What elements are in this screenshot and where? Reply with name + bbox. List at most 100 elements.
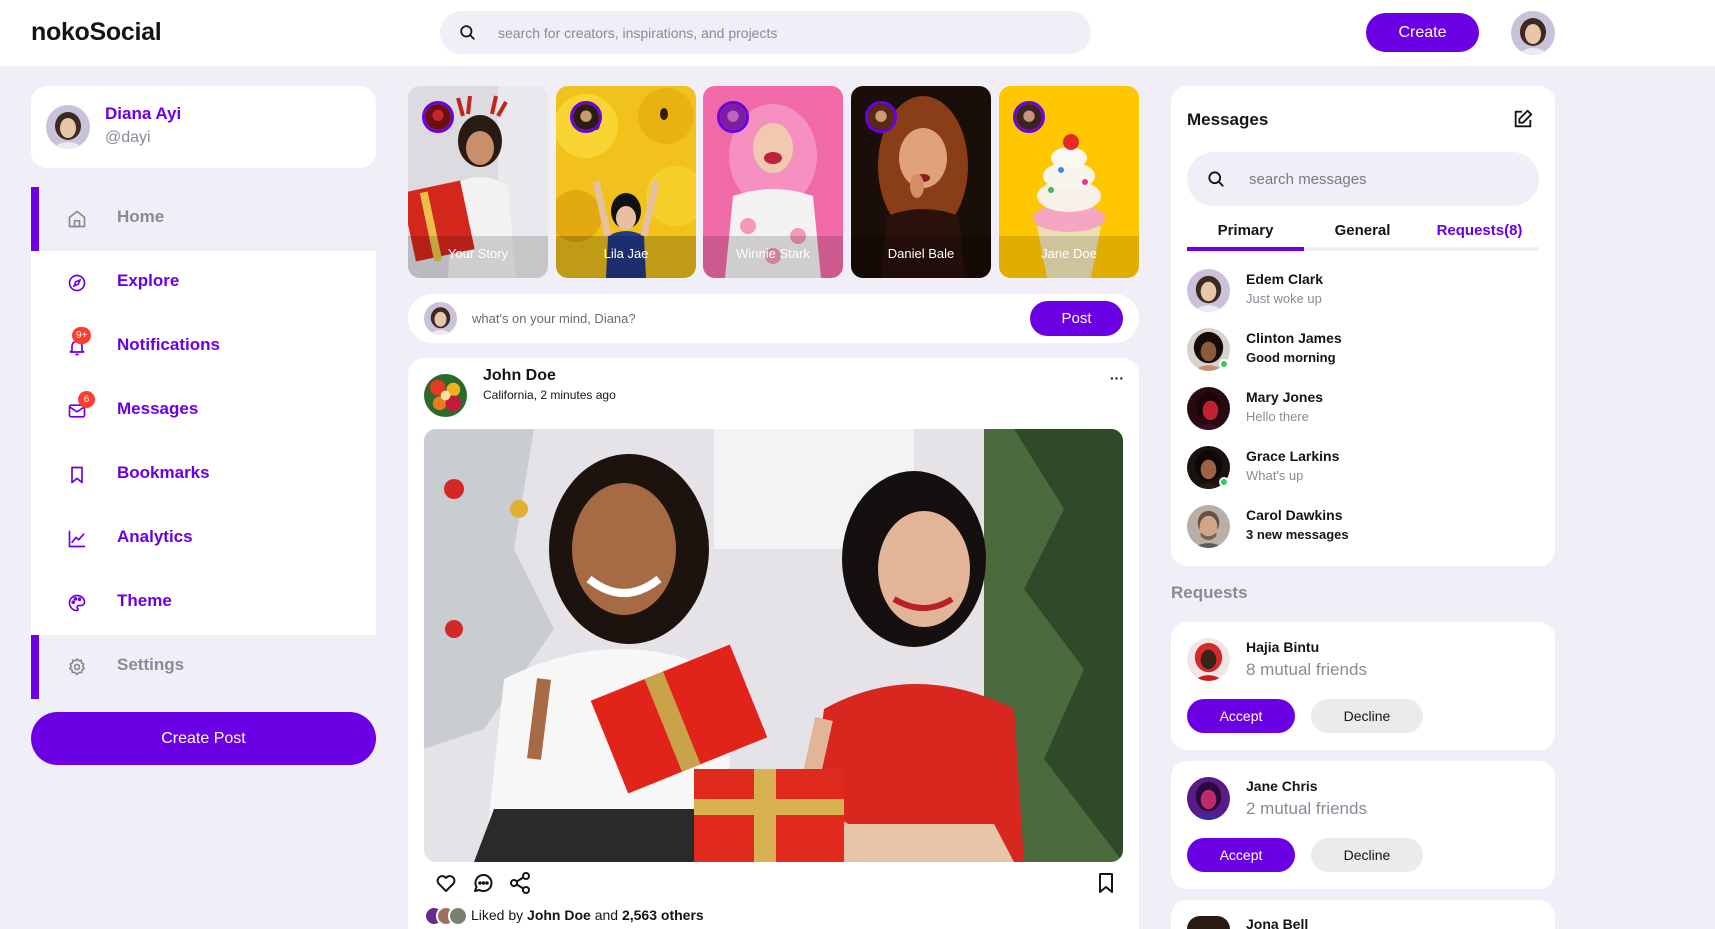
more-options-button[interactable]: ··· xyxy=(1104,368,1130,388)
global-search[interactable] xyxy=(440,11,1091,54)
tab-primary[interactable]: Primary xyxy=(1187,220,1304,251)
edit-icon[interactable] xyxy=(1512,108,1534,130)
message-sender: Carol Dawkins xyxy=(1246,507,1343,523)
tab-requests[interactable]: Requests(8) xyxy=(1421,220,1538,251)
post-button[interactable]: Post xyxy=(1030,301,1123,336)
messages-title: Messages xyxy=(1187,110,1269,129)
story-name: Winnie Stark xyxy=(736,246,810,261)
story-card[interactable]: Lila Jae xyxy=(556,86,696,278)
story-card[interactable]: Daniel Bale xyxy=(851,86,991,278)
post-meta: California, 2 minutes ago xyxy=(483,388,616,402)
requests-heading: Requests xyxy=(1171,583,1248,602)
message-item[interactable]: Edem Clark Just woke up xyxy=(1187,269,1539,313)
accept-button[interactable]: Accept xyxy=(1187,838,1295,872)
bookmark-icon[interactable] xyxy=(1094,871,1118,895)
story-card[interactable]: Jane Doe xyxy=(999,86,1139,278)
heart-icon[interactable] xyxy=(434,871,458,895)
message-preview: Just woke up xyxy=(1246,291,1322,306)
sidebar-item-home[interactable]: Home xyxy=(31,187,376,251)
likes-summary[interactable]: Liked by John Doe and 2,563 others xyxy=(471,907,704,923)
sidebar-item-label: Settings xyxy=(117,655,185,674)
post-composer: Post xyxy=(408,294,1139,343)
sidebar-item-label: Home xyxy=(117,207,165,226)
palette-icon xyxy=(68,594,86,612)
request-avatar[interactable] xyxy=(1187,777,1230,820)
tab-general[interactable]: General xyxy=(1304,220,1421,251)
request-name[interactable]: Jane Chris xyxy=(1246,778,1318,794)
message-avatar xyxy=(1187,328,1230,371)
profile-handle: @dayi xyxy=(105,129,151,146)
global-search-input[interactable] xyxy=(498,11,1058,54)
story-avatar xyxy=(1013,101,1045,133)
likes-others: 2,563 others xyxy=(621,907,704,923)
story-card[interactable]: Winnie Stark xyxy=(703,86,843,278)
story-name: Lila Jae xyxy=(603,246,649,261)
message-item[interactable]: Mary Jones Hello there xyxy=(1187,387,1539,431)
sidebar-item-label: Messages xyxy=(117,399,199,418)
profile-name: Diana Ayi xyxy=(105,104,182,123)
story-card[interactable]: Your Story xyxy=(408,86,548,278)
request-avatar[interactable] xyxy=(1187,638,1230,681)
request-mutual-friends: 2 mutual friends xyxy=(1246,799,1367,818)
author-avatar[interactable] xyxy=(424,374,467,417)
profile-avatar xyxy=(46,105,90,149)
message-avatar xyxy=(1187,269,1230,312)
sidebar-item-label: Explore xyxy=(117,271,180,290)
sidebar-item-theme[interactable]: Theme xyxy=(31,571,376,635)
messages-panel: Messages Primary General Requests(8) Ede… xyxy=(1171,86,1555,566)
messages-tabs: Primary General Requests(8) xyxy=(1187,220,1539,251)
create-button[interactable]: Create xyxy=(1366,13,1479,52)
request-name[interactable]: Jona Bell xyxy=(1246,916,1308,929)
sidebar-item-analytics[interactable]: Analytics xyxy=(31,507,376,571)
composer-input[interactable] xyxy=(472,294,1032,343)
story-avatar xyxy=(422,101,454,133)
post-author-name[interactable]: John Doe xyxy=(483,367,556,385)
likes-prefix: Liked by xyxy=(471,907,524,923)
message-preview: What's up xyxy=(1246,468,1304,483)
sidebar-item-notifications[interactable]: 9+ Notifications xyxy=(31,315,376,379)
gear-icon xyxy=(68,657,86,676)
story-name: Your Story xyxy=(447,246,509,261)
accept-button[interactable]: Accept xyxy=(1187,699,1295,733)
likes-name: John Doe xyxy=(527,907,591,923)
search-icon xyxy=(460,25,475,40)
sidebar-nav: Home Explore 9+ Notifications 6 Messages… xyxy=(31,187,376,699)
request-avatar[interactable] xyxy=(1187,916,1230,929)
decline-button[interactable]: Decline xyxy=(1311,699,1423,733)
chart-line-icon xyxy=(68,530,86,548)
app-logo[interactable]: nokoSocial xyxy=(31,18,162,47)
sidebar-item-label: Notifications xyxy=(117,335,220,354)
friend-request-card: Jane Chris 2 mutual friends Accept Decli… xyxy=(1171,761,1555,889)
notifications-badge: 9+ xyxy=(72,327,92,344)
story-avatar xyxy=(865,101,897,133)
top-navbar: nokoSocial Create xyxy=(0,0,1715,66)
comment-icon[interactable] xyxy=(471,871,495,895)
message-avatar xyxy=(1187,387,1230,430)
messages-search-input[interactable] xyxy=(1249,152,1519,206)
message-item[interactable]: Grace Larkins What's up xyxy=(1187,446,1539,490)
message-avatar xyxy=(1187,505,1230,548)
create-post-button[interactable]: Create Post xyxy=(31,712,376,765)
message-preview: Hello there xyxy=(1246,409,1309,424)
message-sender: Edem Clark xyxy=(1246,271,1324,287)
post-image[interactable] xyxy=(424,429,1123,862)
user-avatar[interactable] xyxy=(1511,11,1555,55)
sidebar-item-messages[interactable]: 6 Messages xyxy=(31,379,376,443)
online-indicator xyxy=(1219,359,1229,369)
message-sender: Clinton James xyxy=(1246,330,1342,346)
bookmark-icon xyxy=(71,466,83,484)
decline-button[interactable]: Decline xyxy=(1311,838,1423,872)
message-item[interactable]: Carol Dawkins 3 new messages xyxy=(1187,505,1539,549)
profile-card[interactable]: Diana Ayi @dayi xyxy=(31,86,376,168)
sidebar-item-settings[interactable]: Settings xyxy=(31,635,376,699)
story-name: Jane Doe xyxy=(1041,246,1097,261)
share-icon[interactable] xyxy=(508,871,532,895)
messages-search[interactable] xyxy=(1187,152,1539,206)
request-name[interactable]: Hajia Bintu xyxy=(1246,639,1319,655)
message-item[interactable]: Clinton James Good morning xyxy=(1187,328,1539,372)
message-avatar xyxy=(1187,446,1230,489)
sidebar-item-bookmarks[interactable]: Bookmarks xyxy=(31,443,376,507)
feed-post: John Doe California, 2 minutes ago ··· xyxy=(408,358,1139,929)
sidebar-item-explore[interactable]: Explore xyxy=(31,251,376,315)
search-icon xyxy=(1208,171,1224,187)
